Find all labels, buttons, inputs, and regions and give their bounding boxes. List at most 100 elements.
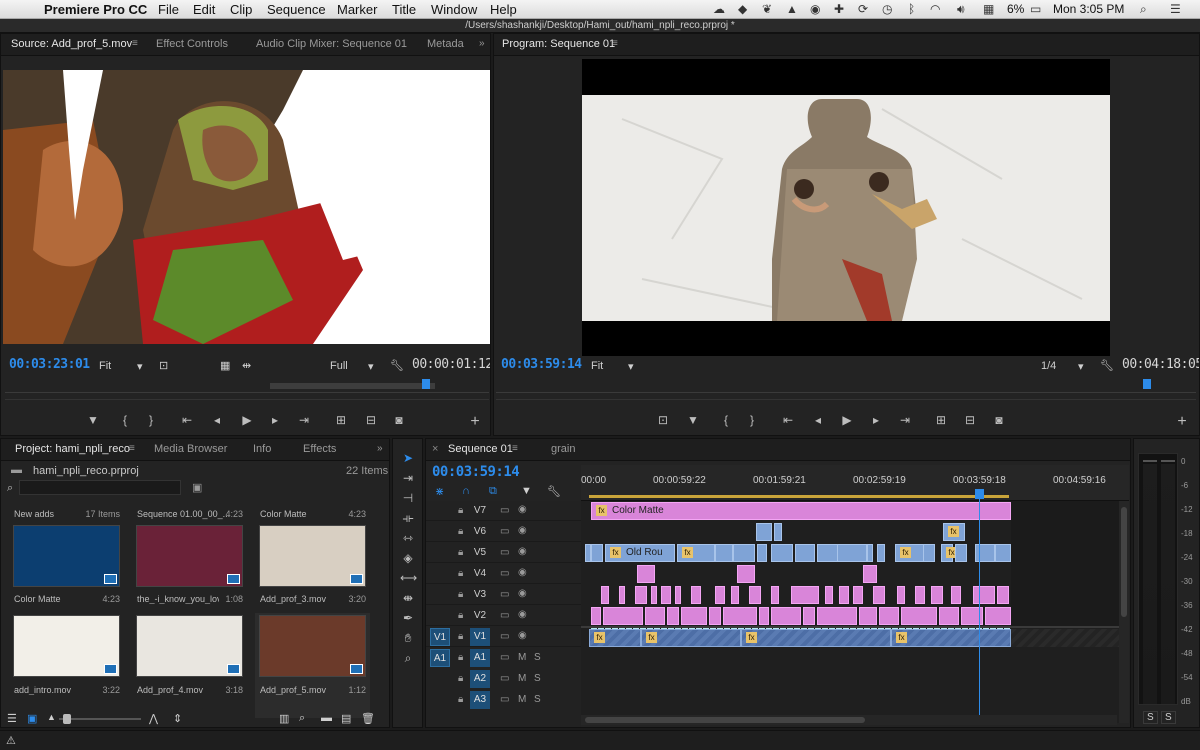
bin-item[interactable]: add_intro.mov 3:22 — [9, 613, 124, 718]
zoom-tool-icon[interactable]: ⌕ — [400, 651, 416, 666]
mark-out-icon[interactable]: } — [744, 413, 760, 427]
clip-v5[interactable]: fx Old Rou — [605, 544, 675, 562]
source-playhead[interactable] — [422, 379, 431, 389]
track-name[interactable]: A2 — [470, 670, 490, 688]
clip-v6[interactable]: fx — [943, 523, 965, 541]
clip-v3[interactable] — [973, 586, 995, 604]
lock-icon[interactable]: 🔒︎ — [458, 547, 463, 558]
lock-icon[interactable]: 🔒︎ — [458, 673, 463, 684]
mute-button[interactable]: M — [518, 673, 526, 684]
menu-sequence[interactable]: Sequence — [267, 2, 326, 17]
clip-a1[interactable]: fx — [589, 629, 641, 647]
flag-icon[interactable]: ▦ — [983, 2, 994, 16]
clip-v3[interactable] — [715, 586, 725, 604]
wrench-icon[interactable]: 🔧︎ — [1100, 359, 1114, 372]
sync-lock-icon[interactable]: ▭ — [500, 568, 509, 579]
safe-margins-icon[interactable]: ⊡ — [655, 413, 671, 427]
clip-v2[interactable] — [771, 607, 801, 625]
clip-v2[interactable] — [667, 607, 679, 625]
new-bin-icon[interactable]: ▬ — [321, 712, 332, 724]
step-back-icon[interactable]: ◂ — [209, 413, 225, 427]
clip-v5[interactable] — [923, 544, 935, 562]
timeline-vertical-scrollbar[interactable] — [1119, 501, 1129, 723]
track-content[interactable]: fx Color Matte fx fx Old Rou fx fx fx fx fx fx fx — [581, 501, 1119, 723]
eye-icon[interactable]: ◉ — [518, 546, 527, 557]
timeline-timecode[interactable]: 00:03:59:14 — [432, 464, 520, 480]
clip-v5[interactable]: fx — [677, 544, 715, 562]
go-to-in-icon[interactable]: ⇤ — [179, 413, 195, 427]
clip-v5[interactable] — [975, 544, 995, 562]
clip-v2[interactable] — [759, 607, 769, 625]
add-marker-icon[interactable]: ▼ — [521, 485, 532, 497]
tab-info[interactable]: Info — [253, 443, 271, 455]
clip-v5[interactable]: fx — [941, 544, 957, 562]
lock-icon[interactable]: 🔒︎ — [458, 610, 463, 621]
linked-selection-icon[interactable]: ⧉ — [489, 485, 497, 498]
track-name[interactable]: V3 — [470, 586, 490, 604]
chevron-down-icon[interactable]: ▾ — [1078, 360, 1084, 373]
clip-v2[interactable] — [859, 607, 877, 625]
app-menu[interactable]: Premiere Pro CC — [44, 2, 147, 17]
program-playhead[interactable] — [1143, 379, 1151, 389]
icon-view-icon[interactable]: ▣ — [27, 712, 37, 725]
sync-lock-icon[interactable]: ▭ — [500, 652, 509, 663]
hand-tool-icon[interactable]: ✋︎ — [400, 631, 416, 646]
clip-color-matte[interactable]: fx Color Matte — [591, 502, 1011, 520]
slider-handle[interactable] — [63, 714, 71, 724]
bug-icon[interactable]: ✚ — [834, 2, 844, 16]
clip-v3[interactable] — [791, 586, 819, 604]
drive-icon[interactable]: ▲ — [786, 2, 798, 16]
wrench-icon[interactable]: 🔧︎ — [390, 359, 404, 372]
track-name[interactable]: V7 — [470, 502, 490, 520]
step-forward-icon[interactable]: ▸ — [868, 413, 884, 427]
clip-v2[interactable] — [603, 607, 643, 625]
source-resolution-select[interactable]: Full — [330, 360, 348, 372]
menu-edit[interactable]: Edit — [193, 2, 215, 17]
clip-a1[interactable]: fx — [641, 629, 741, 647]
chevron-down-icon[interactable]: ▾ — [137, 360, 143, 373]
play-icon[interactable]: ▶ — [239, 413, 255, 427]
wrench-icon[interactable]: 🔧︎ — [547, 485, 561, 498]
creative-cloud-icon[interactable]: ☁ — [713, 2, 725, 16]
bluetooth-icon[interactable]: ᛒ — [908, 2, 915, 16]
selection-tool-icon[interactable]: ➤ — [400, 451, 416, 465]
menu-clip[interactable]: Clip — [230, 2, 252, 17]
snap-icon[interactable]: ∩ — [462, 485, 470, 497]
sync-icon[interactable]: ⟳ — [858, 2, 868, 16]
go-to-in-icon[interactable]: ⇤ — [780, 413, 796, 427]
mark-in-icon[interactable]: { — [718, 413, 734, 427]
eye-icon[interactable]: ◉ — [518, 609, 527, 620]
track-name[interactable]: A3 — [470, 691, 490, 709]
go-to-out-icon[interactable]: ⇥ — [897, 413, 913, 427]
menu-file[interactable]: File — [158, 2, 179, 17]
mark-out-icon[interactable]: } — [143, 413, 159, 427]
tab-grain[interactable]: grain — [551, 443, 575, 455]
clip-v4[interactable] — [637, 565, 655, 583]
mute-button[interactable]: M — [518, 694, 526, 705]
new-bin-icon[interactable]: ▣ — [192, 481, 202, 494]
clip-v3[interactable] — [839, 586, 849, 604]
extract-icon[interactable]: ⊟ — [962, 413, 978, 427]
mark-in-icon[interactable]: { — [117, 413, 133, 427]
tab-menu-icon[interactable]: ≡ — [129, 443, 135, 454]
tab-menu-icon[interactable]: ≡ — [512, 443, 518, 454]
clip-v3[interactable] — [997, 586, 1009, 604]
lock-icon[interactable]: 🔒︎ — [458, 589, 463, 600]
panel-overflow-icon[interactable]: » — [377, 443, 383, 454]
clip-v3[interactable] — [915, 586, 925, 604]
add-marker-icon[interactable]: ▼ — [85, 413, 101, 427]
clip-v5[interactable] — [591, 544, 603, 562]
sync-lock-icon[interactable]: ▭ — [500, 589, 509, 600]
dropbox-icon[interactable]: ◆ — [738, 2, 747, 16]
lock-icon[interactable]: 🔒︎ — [458, 526, 463, 537]
new-item-icon[interactable]: ▤ — [341, 712, 351, 725]
wifi-icon[interactable]: ◠ — [930, 2, 940, 16]
lift-icon[interactable]: ⊞ — [933, 413, 949, 427]
search-icon[interactable]: ⌕ — [1140, 2, 1147, 17]
solo-button[interactable]: S — [534, 652, 541, 663]
clip-v3[interactable] — [749, 586, 761, 604]
chevron-down-icon[interactable]: ▾ — [368, 360, 374, 373]
tab-project[interactable]: Project: hami_npli_reco — [15, 443, 130, 455]
track-name[interactable]: V5 — [470, 544, 490, 562]
track-name[interactable]: V6 — [470, 523, 490, 541]
